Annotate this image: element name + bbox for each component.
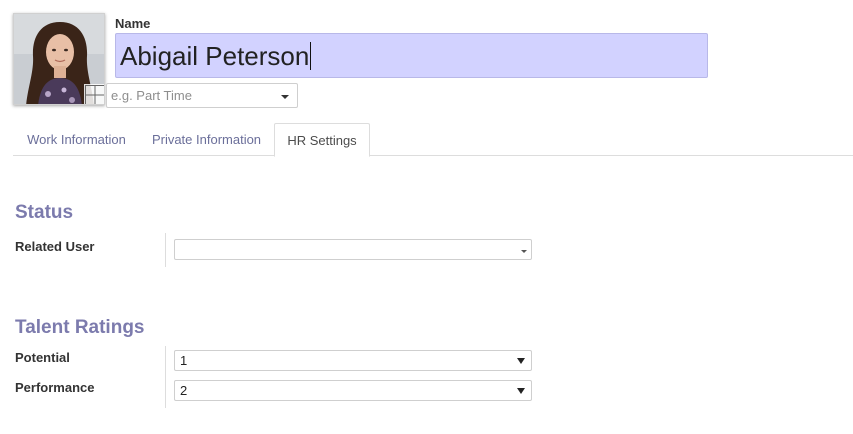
tab-private-information[interactable]: Private Information bbox=[140, 123, 273, 156]
performance-select[interactable]: 2 bbox=[174, 380, 532, 401]
field-divider bbox=[165, 346, 166, 408]
potential-select[interactable]: 1 bbox=[174, 350, 532, 371]
name-input-value: Abigail Peterson bbox=[120, 41, 310, 71]
caret-down-icon bbox=[517, 358, 525, 364]
tab-bar: Work Information Private Information HR … bbox=[13, 123, 853, 157]
name-label: Name bbox=[115, 16, 151, 31]
field-divider bbox=[165, 233, 166, 267]
related-user-select[interactable] bbox=[174, 239, 532, 260]
grid-edit-icon[interactable] bbox=[84, 84, 105, 105]
related-user-label: Related User bbox=[15, 239, 95, 254]
potential-label: Potential bbox=[15, 350, 70, 365]
performance-label: Performance bbox=[15, 380, 95, 395]
caret-down-icon bbox=[517, 388, 525, 394]
section-title-talent-ratings: Talent Ratings bbox=[15, 317, 145, 338]
chevron-down-icon bbox=[281, 95, 289, 99]
performance-value: 2 bbox=[180, 383, 188, 398]
job-title-select[interactable]: e.g. Part Time bbox=[106, 83, 298, 108]
tab-hr-settings[interactable]: HR Settings bbox=[274, 123, 370, 157]
job-title-placeholder: e.g. Part Time bbox=[111, 88, 192, 103]
potential-value: 1 bbox=[180, 353, 188, 368]
name-input[interactable]: Abigail Peterson bbox=[115, 33, 708, 78]
section-title-status: Status bbox=[15, 202, 74, 223]
chevron-down-icon bbox=[521, 250, 527, 253]
text-caret bbox=[310, 42, 312, 70]
employee-avatar[interactable] bbox=[13, 13, 105, 105]
tab-work-information[interactable]: Work Information bbox=[13, 123, 140, 156]
